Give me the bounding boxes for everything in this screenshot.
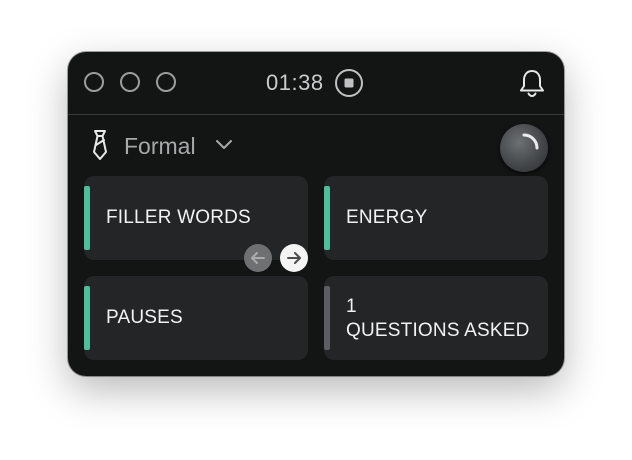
zoom-icon[interactable] [156,72,176,92]
title-bar: 01:38 [68,52,564,115]
listening-indicator [500,124,548,172]
card-label: ENERGY [346,207,428,228]
card-value: 1 [346,296,357,317]
tie-icon [88,128,112,162]
metric-card-energy[interactable]: ENERGY [324,176,548,260]
chevron-down-icon[interactable] [214,135,234,155]
session-timer: 01:38 [266,70,324,95]
card-indicator [84,286,90,350]
coach-window: 01:38 Formal FILLER WORDS ENERGY PAUSES … [68,52,564,376]
arrow-right-icon[interactable] [280,244,308,272]
metric-card-pauses[interactable]: PAUSES [84,276,308,360]
minimize-icon[interactable] [120,72,140,92]
close-icon[interactable] [84,72,104,92]
mode-dropdown-label[interactable]: Formal [124,132,196,160]
card-label: QUESTIONS ASKED [346,320,530,341]
card-label: PAUSES [106,307,183,328]
card-indicator [324,186,330,250]
card-label: FILLER WORDS [106,207,251,228]
metric-card-questions-asked[interactable]: 1 QUESTIONS ASKED [324,276,548,360]
stop-record-icon[interactable] [334,68,364,98]
bell-icon[interactable] [518,68,546,98]
card-indicator [84,186,90,250]
mode-selector-row: Formal [68,116,564,176]
card-indicator [324,286,330,350]
metric-card-filler-words[interactable]: FILLER WORDS [84,176,308,260]
arrow-left-icon[interactable] [244,244,272,272]
